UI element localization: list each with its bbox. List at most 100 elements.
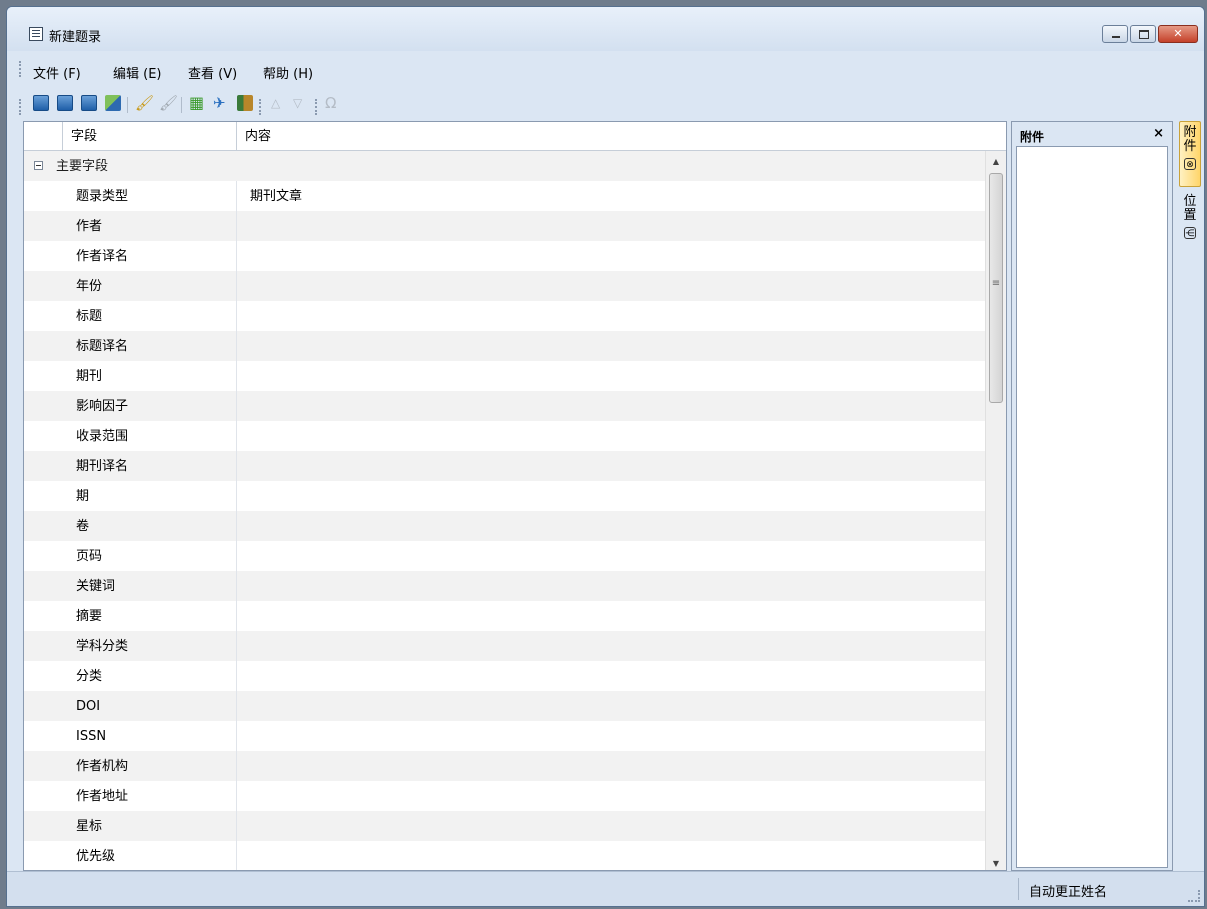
column-divider [236,781,237,811]
field-name: 页码 [76,549,103,564]
field-name: 学科分类 [76,639,129,654]
window-title: 新建题录 [49,30,102,45]
column-divider [236,841,237,870]
header-field[interactable]: 字段 [62,122,236,150]
column-divider [236,721,237,751]
menu-view[interactable]: 查看 (V) [188,63,237,82]
vertical-scrollbar[interactable]: ▲ ▼ [985,151,1006,870]
field-name: 期 [76,489,90,504]
column-divider [236,451,237,481]
menu-help[interactable]: 帮助 (H) [263,63,313,82]
field-name: DOI [76,699,101,714]
toolbar: 🖌 🖌 ▦ ✈ △ ▽ Ω [7,91,1204,121]
toolbar-separator [181,97,182,113]
table-row[interactable]: 学科分类 [24,631,986,661]
table-row[interactable]: 标题 [24,301,986,331]
field-name: 收录范围 [76,429,129,444]
clear-icon[interactable]: 🖌 [135,95,154,111]
field-name: 卷 [76,519,90,534]
table-row[interactable]: 标题译名 [24,331,986,361]
table-row[interactable]: 题录类型 期刊文章 [24,181,986,211]
minimize-button[interactable] [1102,25,1128,43]
status-auto-correct[interactable]: 自动更正姓名 [1029,881,1107,900]
field-value[interactable]: 期刊文章 [250,181,302,213]
column-divider [236,541,237,571]
table-row[interactable]: 年份 [24,271,986,301]
scroll-thumb[interactable] [989,173,1003,403]
attachment-panel-header: 附件 × [1012,122,1172,146]
move-down-icon[interactable]: ▽ [293,95,309,111]
column-divider [236,601,237,631]
column-divider [236,691,237,721]
field-name: 作者机构 [76,759,129,774]
tab-location[interactable]: 位置 ⋲ [1179,191,1201,251]
clear-gray-icon[interactable]: 🖌 [159,95,178,111]
header-content[interactable]: 内容 [236,122,986,150]
column-divider [236,751,237,781]
table-row[interactable]: ISSN [24,721,986,751]
save-as-icon[interactable] [105,95,121,111]
table-row[interactable]: 收录范围 [24,421,986,451]
table-row[interactable]: 优先级 [24,841,986,870]
menu-edit[interactable]: 编辑 (E) [113,63,162,82]
table-row[interactable]: 卷 [24,511,986,541]
pin-icon[interactable]: ✈ [213,95,229,111]
collapse-toggle[interactable] [34,161,43,170]
grid-icon[interactable]: ▦ [189,95,205,111]
table-row[interactable]: 期刊译名 [24,451,986,481]
table-row[interactable]: 星标 [24,811,986,841]
toolbar-separator [127,97,128,113]
omega-icon[interactable]: Ω [325,95,341,111]
column-divider [236,241,237,271]
scroll-up-icon[interactable]: ▲ [986,157,1006,166]
maximize-button[interactable] [1130,25,1156,43]
table-row[interactable]: 作者译名 [24,241,986,271]
field-name: 关键词 [76,579,116,594]
column-divider [236,211,237,241]
field-name: ISSN [76,729,107,744]
attachment-panel-title: 附件 [1020,130,1045,144]
move-up-icon[interactable]: △ [271,95,287,111]
flag-icon[interactable] [237,95,253,111]
close-button[interactable] [1158,25,1198,43]
column-divider [236,391,237,421]
save-close-icon[interactable] [81,95,97,111]
table-row[interactable]: 关键词 [24,571,986,601]
tab-attachments[interactable]: 附件 ⊗ [1179,121,1201,187]
save-icon[interactable] [57,95,73,111]
table-row[interactable]: 页码 [24,541,986,571]
scroll-down-icon[interactable]: ▼ [986,859,1006,868]
column-divider [236,421,237,451]
table-row[interactable]: DOI [24,691,986,721]
resize-grip-icon[interactable] [1188,890,1200,902]
new-icon[interactable] [33,95,49,111]
table-row[interactable]: 期 [24,481,986,511]
column-divider [236,511,237,541]
field-grid: 字段 内容 主要字段 题录类型 期刊文章 作者 作者译名 年份 标题 标题译名 期刊 影响因子收… [23,121,1007,871]
field-name: 作者译名 [76,249,129,264]
title-bar[interactable]: 新建题录 [7,7,1204,51]
menu-grip[interactable] [19,61,23,77]
table-row[interactable]: 影响因子 [24,391,986,421]
toolbar-grip[interactable] [19,99,23,115]
table-row[interactable]: 作者地址 [24,781,986,811]
menu-file[interactable]: 文件 (F) [33,63,81,82]
table-row[interactable]: 分类 [24,661,986,691]
table-row[interactable]: 作者 [24,211,986,241]
field-name: 标题 [76,309,103,324]
close-icon[interactable]: × [1153,126,1164,141]
table-row[interactable]: 作者机构 [24,751,986,781]
main-window: 新建题录 文件 (F) 编辑 (E) 查看 (V) 帮助 (H) 🖌 🖌 ▦ ✈… [6,6,1205,907]
field-name: 分类 [76,669,103,684]
field-name: 期刊 [76,369,103,384]
column-divider [236,301,237,331]
field-name: 优先级 [76,849,116,864]
toolbar-grip [259,99,263,115]
field-name: 年份 [76,279,103,294]
status-separator [1018,878,1019,900]
status-bar: 自动更正姓名 [7,871,1204,906]
attachment-list[interactable] [1016,146,1168,868]
table-row[interactable]: 期刊 [24,361,986,391]
table-row[interactable]: 摘要 [24,601,986,631]
field-name: 影响因子 [76,399,129,414]
